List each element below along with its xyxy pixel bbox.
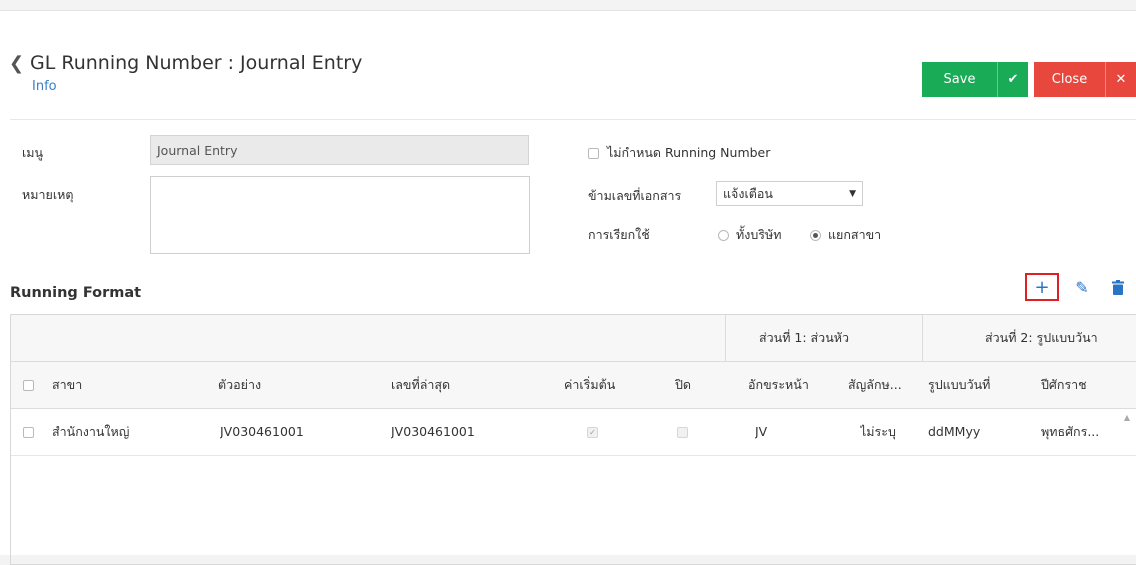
save-button-label: Save [943,72,976,87]
group-header-row: ส่วนที่ 1: ส่วนหัว ส่วนที่ 2: รูปแบบวันา [11,315,1136,362]
delete-row-button[interactable] [1101,273,1135,301]
plus-icon: + [1034,276,1050,298]
col-closed[interactable]: ปิด [675,362,691,408]
skip-doc-value: แจ้งเตือน [723,185,773,201]
save-button[interactable]: Save ✔ [922,62,1028,97]
scroll-up-arrow-icon[interactable]: ▲ [1124,413,1130,422]
col-last-number[interactable]: เลขที่ล่าสุด [391,362,450,408]
usage-branch-radio[interactable] [810,230,821,241]
cell-last-number: JV030461001 [391,424,475,439]
header-divider [10,119,1136,120]
close-x-icon[interactable]: ✕ [1105,62,1136,97]
table-row[interactable]: สำนักงานใหญ่ JV030461001 JV030461001 ✓ J… [11,409,1136,456]
cell-symbol: ไม่ระบุ [860,424,896,439]
page-title: GL Running Number : Journal Entry [30,52,363,74]
col-date-format[interactable]: รูปแบบวันที่ [928,362,990,408]
select-all-cell[interactable] [23,362,34,408]
cell-example: JV030461001 [220,424,304,439]
col-era[interactable]: ปีศักราช [1041,362,1087,408]
usage-company-radio[interactable] [718,230,729,241]
remark-label: หมายเหตุ [22,187,74,202]
trash-icon [1112,279,1124,295]
col-branch[interactable]: สาขา [52,362,82,408]
add-row-button[interactable]: + [1025,273,1059,301]
remark-textarea[interactable] [150,176,530,254]
usage-label: การเรียกใช้ [588,227,650,242]
main-panel: ❮ GL Running Number : Journal Entry Info… [0,10,1136,565]
dropdown-caret-icon: ▼ [849,188,856,199]
save-dropdown-check-icon[interactable]: ✔ [997,62,1028,97]
cell-closed [677,409,688,455]
cell-era: พุทธศักร... [1041,424,1100,439]
info-link[interactable]: Info [32,79,57,94]
row-select-checkbox[interactable] [23,427,34,438]
cell-date-format: ddMMyy [928,424,981,439]
col-prefix[interactable]: อักขระหน้า [748,362,809,408]
col-default[interactable]: ค่าเริ่มต้น [564,362,615,408]
col-symbol[interactable]: สัญลักษ... [848,362,902,408]
row-select-cell[interactable] [23,409,34,455]
cell-prefix: JV [755,424,768,439]
edit-row-button[interactable]: ✎ [1065,273,1099,301]
no-running-option[interactable]: ไม่กำหนด Running Number [588,143,770,163]
skip-doc-select[interactable]: แจ้งเตือน ▼ [716,181,863,206]
no-running-checkbox[interactable] [588,148,599,159]
back-chevron-icon[interactable]: ❮ [9,54,24,74]
running-format-grid: ส่วนที่ 1: ส่วนหัว ส่วนที่ 2: รูปแบบวันา… [10,314,1136,565]
usage-option-branch[interactable]: แยกสาขา [810,225,881,245]
group-header-part2: ส่วนที่ 2: รูปแบบวันา [985,330,1098,345]
cell-default: ✓ [587,409,598,455]
cell-branch: สำนักงานใหญ่ [52,424,130,439]
default-checkbox-checked: ✓ [587,427,598,438]
menu-field: Journal Entry [150,135,529,165]
no-running-label: ไม่กำหนด Running Number [606,145,771,160]
skip-doc-label: ข้ามเลขที่เอกสาร [588,188,682,203]
menu-label: เมนู [22,145,44,160]
close-button[interactable]: Close ✕ [1034,62,1136,97]
column-header-row: สาขา ตัวอย่าง เลขที่ล่าสุด ค่าเริ่มต้น ป… [11,362,1136,409]
usage-branch-label: แยกสาขา [827,227,882,242]
close-button-label: Close [1051,72,1088,87]
closed-checkbox [677,427,688,438]
group-header-part1: ส่วนที่ 1: ส่วนหัว [759,330,849,345]
select-all-checkbox[interactable] [23,380,34,391]
pencil-icon: ✎ [1075,277,1089,297]
usage-option-company[interactable]: ทั้งบริษัท [718,225,781,245]
usage-company-label: ทั้งบริษัท [735,227,782,242]
col-example[interactable]: ตัวอย่าง [218,362,261,408]
running-format-title: Running Format [10,285,142,301]
